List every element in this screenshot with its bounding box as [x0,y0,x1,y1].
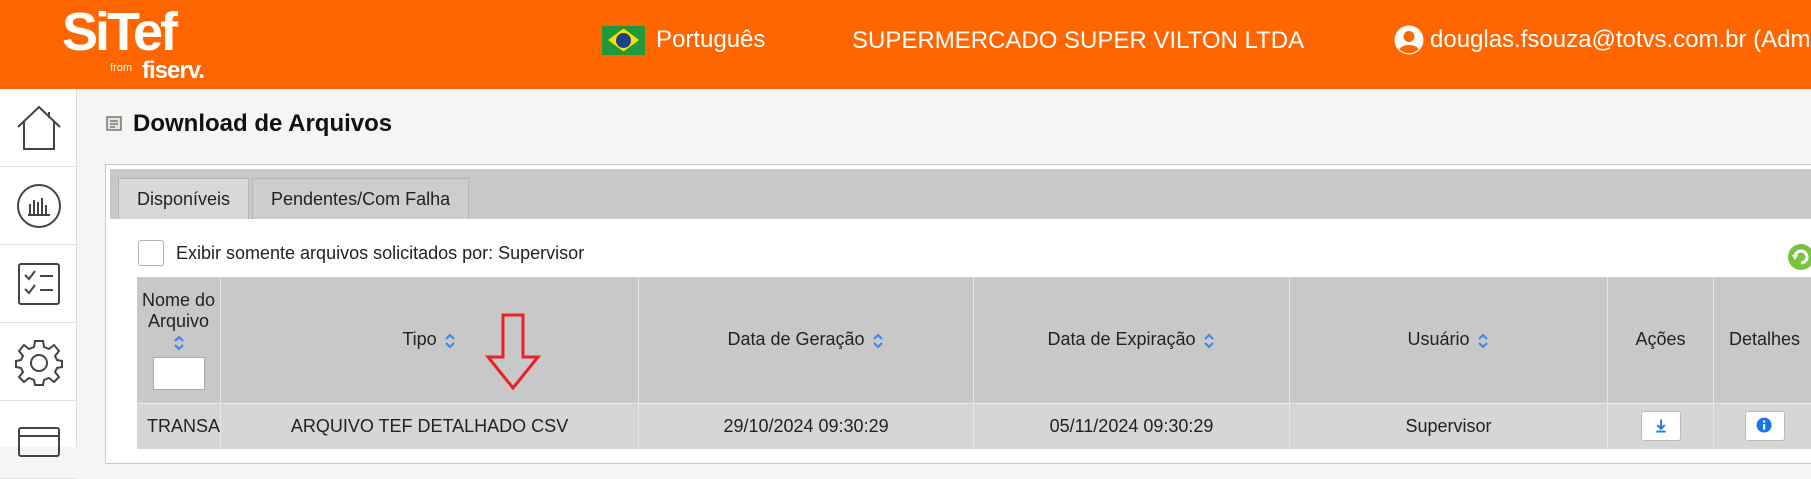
sitef-logo[interactable]: SiTef from fiserv. [62,2,205,86]
sidebar [0,89,77,479]
logo-from: from [110,62,132,74]
top-bar: SiTef from fiserv. Português SUPERMERCAD… [0,0,1811,89]
table-row[interactable]: TRANSA ARQUIVO TEF DETALHADO CSV 29/10/2… [137,402,1811,449]
sort-icon[interactable] [443,332,457,350]
annotation-arrow-icon [484,313,542,391]
sidebar-item-tasks[interactable] [0,245,77,323]
cell-usuario: Supervisor [1289,402,1609,449]
column-nome: Nome do Arquivo [137,277,222,403]
cell-geracao: 29/10/2024 09:30:29 [638,402,975,449]
nome-filter-input[interactable] [152,356,205,390]
tab-bar: Disponíveis Pendentes/Com Falha [110,169,1811,219]
column-acoes-label: Ações [1635,329,1686,350]
supervisor-only-checkbox[interactable] [138,240,164,266]
sort-icon[interactable] [1202,332,1216,350]
download-button[interactable] [1640,411,1681,442]
gear-icon [14,339,63,386]
column-expiracao-label: Data de Expiração [1047,329,1196,350]
language-label: Português [656,26,766,53]
card-icon [17,426,60,457]
chart-icon [16,183,61,228]
column-geracao[interactable]: Data de Geração [638,277,975,403]
sidebar-item-settings[interactable] [0,323,77,401]
column-usuario-label: Usuário [1407,329,1470,350]
column-detalhes: Detalhes [1713,277,1811,403]
language-selector[interactable]: Português [602,24,765,56]
sidebar-item-payments[interactable] [0,401,77,479]
column-detalhes-label: Detalhes [1728,329,1801,350]
download-icon [1655,419,1666,433]
column-tipo-label: Tipo [402,329,437,350]
sort-icon[interactable] [1476,332,1490,350]
sort-icon[interactable] [172,334,186,352]
filter-label: Exibir somente arquivos solicitados por:… [176,242,585,263]
table-header-row: Nome do Arquivo Tipo Data de Geração Dat… [137,277,1811,403]
sidebar-item-reports[interactable] [0,167,77,245]
cell-nome: TRANSA [137,402,222,449]
cell-detalhes [1713,402,1811,449]
files-table: Nome do Arquivo Tipo Data de Geração Dat… [137,277,1811,449]
details-button[interactable] [1744,411,1785,442]
brazil-flag-icon [602,25,645,55]
tab-pendentes[interactable]: Pendentes/Com Falha [252,178,470,219]
column-usuario[interactable]: Usuário [1289,277,1609,403]
user-avatar-icon [1394,25,1424,55]
info-icon [1756,417,1772,433]
page-header: Download de Arquivos [105,110,392,138]
cell-expiracao: 05/11/2024 09:30:29 [973,402,1291,449]
company-name: SUPERMERCADO SUPER VILTON LTDA [852,27,1305,54]
tab-disponiveis[interactable]: Disponíveis [118,178,250,219]
home-icon [16,105,61,150]
logo-brand: fiserv. [142,57,205,84]
checklist-icon [17,262,60,305]
sidebar-item-home[interactable] [0,89,77,167]
column-nome-label: Nome do Arquivo [141,289,216,331]
cell-tipo: ARQUIVO TEF DETALHADO CSV [220,402,640,449]
column-tipo[interactable]: Tipo [220,277,640,403]
column-geracao-label: Data de Geração [727,329,865,350]
user-email: douglas.fsouza@totvs.com.br (Admi [1430,26,1811,53]
filter-row: Exibir somente arquivos solicitados por:… [138,240,584,266]
refresh-icon[interactable] [1786,242,1811,272]
column-acoes: Ações [1607,277,1715,403]
cell-acoes [1607,402,1715,449]
document-icon [106,116,122,131]
page-title: Download de Arquivos [133,110,393,137]
logo-text: SiTef [62,2,178,62]
column-expiracao[interactable]: Data de Expiração [973,277,1291,403]
downloads-panel: Disponíveis Pendentes/Com Falha Exibir s… [105,164,1811,464]
user-menu[interactable]: douglas.fsouza@totvs.com.br (Admi [1393,24,1811,56]
sort-icon[interactable] [871,332,885,350]
